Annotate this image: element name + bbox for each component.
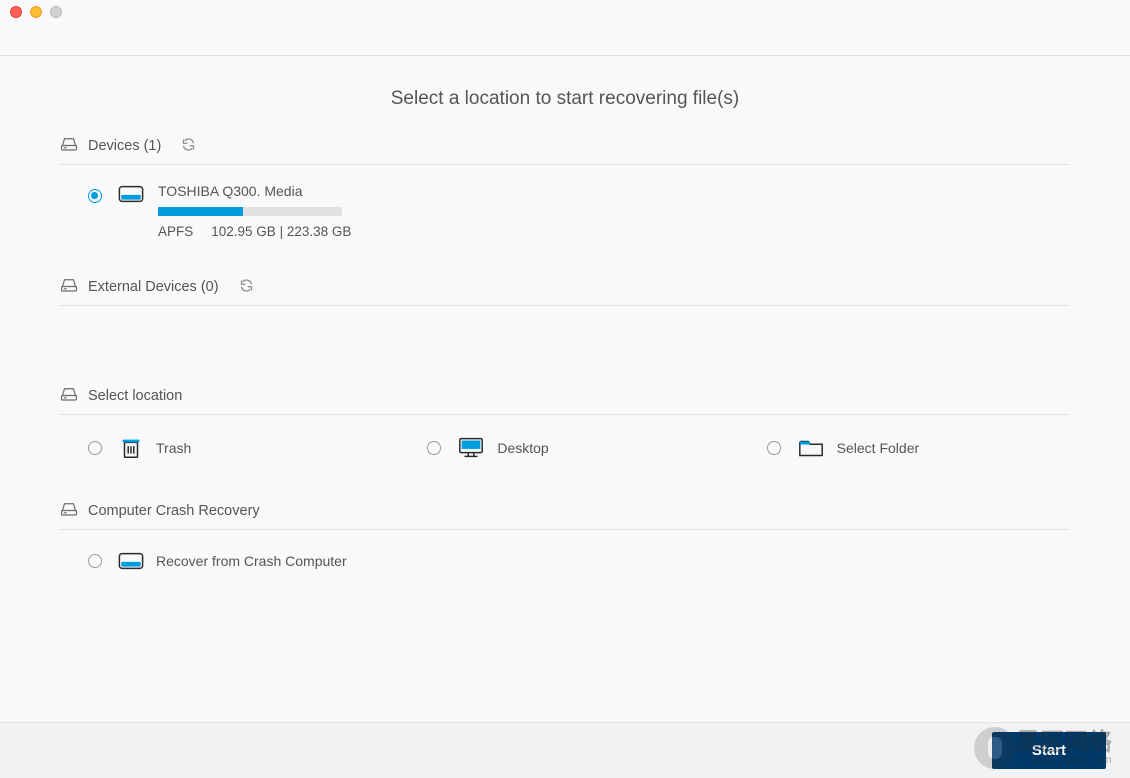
external-devices-header: External Devices (0) — [60, 277, 1070, 306]
crash-recovery-section: Computer Crash Recovery Recover from Cra… — [60, 501, 1070, 574]
select-folder-label: Select Folder — [837, 440, 919, 456]
drive-icon — [60, 386, 78, 406]
select-location-header: Select location — [60, 386, 1070, 415]
drive-icon — [60, 136, 78, 156]
device-size: 102.95 GB | 223.38 GB — [211, 224, 351, 239]
refresh-external-button[interactable] — [239, 278, 254, 297]
start-button[interactable]: Start — [992, 732, 1106, 769]
crash-recovery-radio[interactable] — [88, 554, 102, 568]
hard-drive-icon — [118, 550, 144, 572]
crash-recovery-header: Computer Crash Recovery — [60, 501, 1070, 530]
device-usage-fill — [158, 207, 243, 216]
desktop-label: Desktop — [497, 440, 548, 456]
devices-section: Devices (1) TOSHIBA Q300. Media — [60, 136, 1070, 239]
external-devices-label: External Devices (0) — [88, 279, 219, 295]
crash-recovery-option[interactable]: Recover from Crash Computer — [60, 548, 1070, 574]
device-meta: APFS 102.95 GB | 223.38 GB — [158, 224, 351, 239]
drive-icon — [60, 501, 78, 521]
main-content: Select a location to start recovering fi… — [0, 56, 1130, 574]
device-fs: APFS — [158, 224, 193, 239]
devices-header: Devices (1) — [60, 136, 1070, 165]
toolbar-spacer — [0, 24, 1130, 56]
crash-recovery-label: Computer Crash Recovery — [88, 503, 260, 519]
location-option-select-folder[interactable]: Select Folder — [739, 433, 1070, 463]
footer-bar: Start — [0, 722, 1130, 778]
minimize-window-button[interactable] — [30, 6, 42, 18]
device-option-toshiba[interactable]: TOSHIBA Q300. Media APFS 102.95 GB | 223… — [60, 183, 1070, 239]
select-folder-radio[interactable] — [767, 441, 781, 455]
desktop-radio[interactable] — [427, 441, 441, 455]
select-location-section: Select location Trash — [60, 386, 1070, 463]
trash-icon — [118, 435, 144, 461]
device-usage-bar — [158, 207, 342, 216]
desktop-icon — [457, 435, 485, 461]
device-name: TOSHIBA Q300. Media — [158, 183, 351, 199]
refresh-devices-button[interactable] — [181, 137, 196, 156]
trash-radio[interactable] — [88, 441, 102, 455]
select-location-label: Select location — [88, 388, 182, 404]
window-titlebar — [0, 0, 1130, 24]
location-option-desktop[interactable]: Desktop — [399, 433, 730, 463]
page-title: Select a location to start recovering fi… — [60, 56, 1070, 136]
hard-drive-icon — [118, 183, 144, 205]
location-option-trash[interactable]: Trash — [60, 433, 391, 463]
crash-recovery-option-label: Recover from Crash Computer — [156, 553, 347, 569]
fullscreen-window-button[interactable] — [50, 6, 62, 18]
folder-icon — [797, 436, 825, 460]
device-radio[interactable] — [88, 189, 102, 203]
device-body: TOSHIBA Q300. Media APFS 102.95 GB | 223… — [118, 183, 351, 239]
external-devices-section: External Devices (0) — [60, 277, 1070, 348]
drive-icon — [60, 277, 78, 297]
close-window-button[interactable] — [10, 6, 22, 18]
location-options: Trash Desktop — [60, 433, 1070, 463]
devices-label: Devices (1) — [88, 138, 161, 154]
trash-label: Trash — [156, 440, 191, 456]
